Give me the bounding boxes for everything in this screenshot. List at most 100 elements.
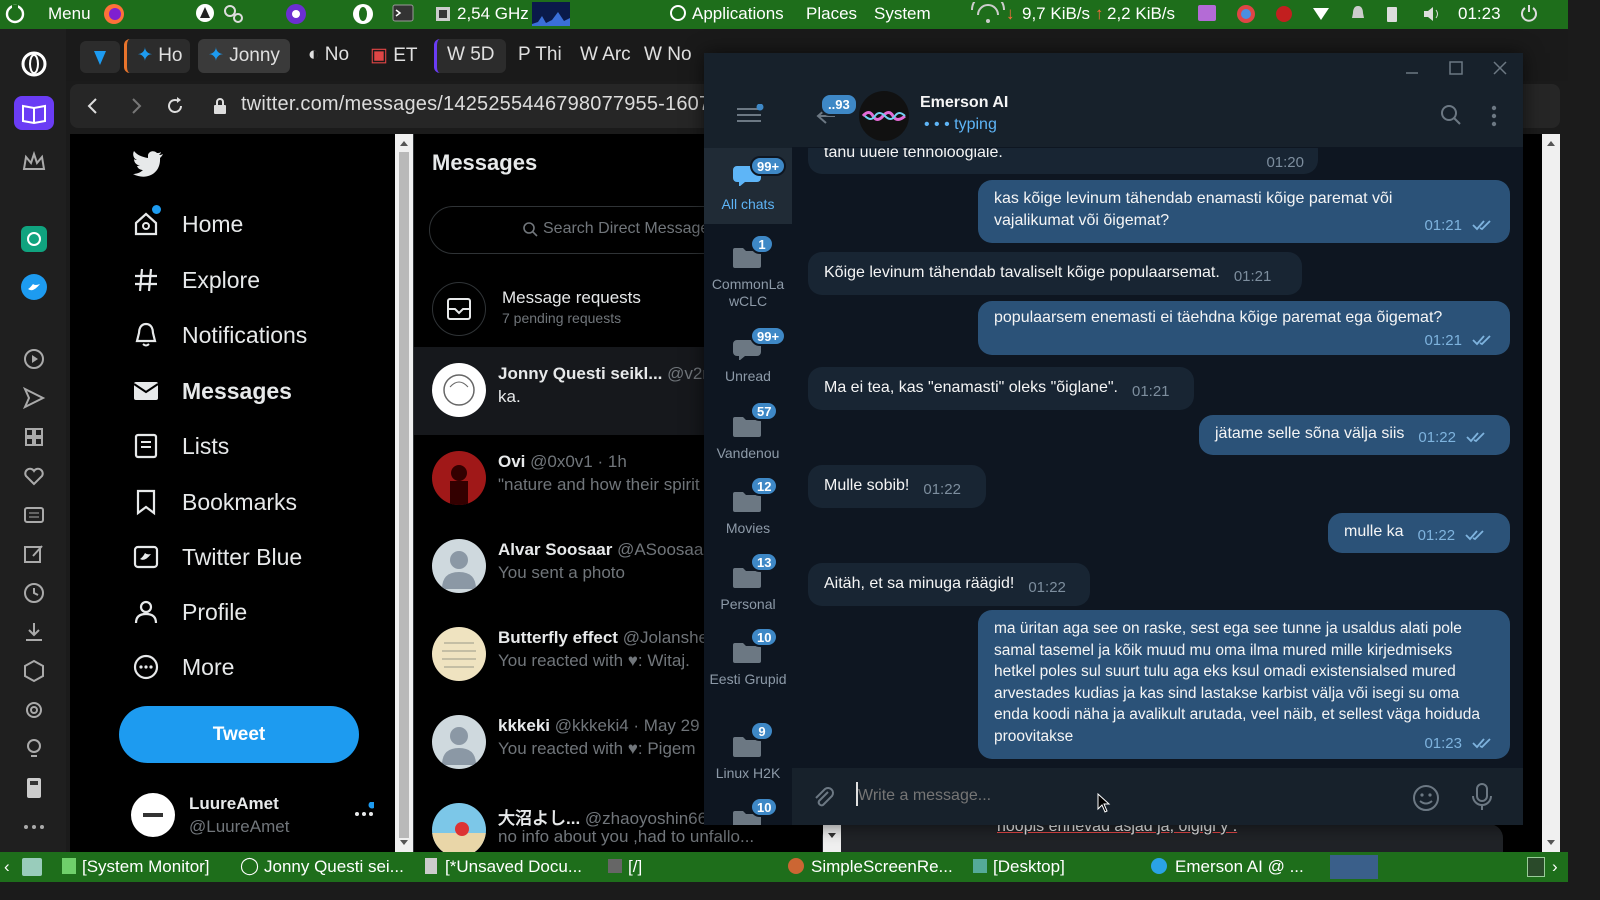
clock[interactable]: 01:23	[1458, 4, 1501, 24]
hamburger-menu-icon[interactable]	[736, 104, 764, 126]
message-out[interactable]: jätame selle sõna välja siis 01:22	[1199, 415, 1510, 455]
opera-launcher-icon[interactable]	[352, 3, 374, 25]
tab-et[interactable]: ▣ ET	[360, 39, 422, 73]
twitter-logo-icon[interactable]	[132, 150, 164, 178]
taskbar-item[interactable]: [System Monitor]	[82, 857, 210, 877]
emoji-icon[interactable]	[1412, 784, 1440, 812]
settings-gear-icon[interactable]	[21, 697, 47, 723]
wifi-icon[interactable]	[968, 2, 1008, 26]
tab-no-2[interactable]: W No	[634, 39, 694, 73]
taskbar-scroll-right-icon[interactable]: ›	[1552, 857, 1558, 877]
tray-calendar-icon[interactable]	[1236, 4, 1256, 24]
system-menu[interactable]: System	[874, 4, 931, 24]
taskbar-item[interactable]: SimpleScreenRe...	[811, 857, 953, 877]
back-icon[interactable]	[82, 95, 104, 117]
tab-no[interactable]: ◐ No	[298, 39, 356, 73]
nav-more[interactable]: More	[132, 647, 234, 687]
page-scrollbar[interactable]	[1542, 134, 1560, 852]
workspace-switcher[interactable]	[1330, 855, 1378, 879]
minimize-icon[interactable]	[1404, 60, 1420, 76]
message-out[interactable]: mulle ka 01:22	[1328, 513, 1510, 553]
inkscape-icon[interactable]	[195, 3, 215, 23]
folder-vandenou[interactable]: 57 Vandenou	[704, 393, 792, 468]
firefox-icon[interactable]	[103, 3, 125, 25]
show-desktop-icon[interactable]	[22, 858, 42, 876]
notification-bell-icon[interactable]	[1350, 5, 1366, 23]
nav-home[interactable]: Home	[132, 204, 243, 244]
conversation-item[interactable]: Jonny Questi seikl... @v2n ka.	[414, 347, 714, 435]
taskbar-item[interactable]: [Desktop]	[993, 857, 1065, 877]
conversation-item[interactable]: 大沼よし... @zhaoyoshin66 no info about you …	[414, 787, 754, 852]
tab-jonny-active[interactable]: ✦ Jonny	[198, 39, 290, 73]
folder-more[interactable]: 10	[704, 789, 792, 825]
menu-button[interactable]: Menu	[48, 4, 91, 24]
message-out[interactable]: populaarsem enemasti ei täehdna kõige pa…	[978, 301, 1510, 355]
message-in[interactable]: Kõige levinum tähendab tavaliselt kõige …	[808, 252, 1302, 295]
speed-dial-icon[interactable]	[21, 424, 47, 450]
folder-all-chats[interactable]: 99+ All chats	[704, 148, 792, 224]
conversation-item[interactable]: Ovi @0x0v1 · 1h "nature and how their sp…	[414, 435, 714, 523]
folder-personal[interactable]: 13 Personal	[704, 544, 792, 619]
power-icon[interactable]	[1520, 4, 1538, 22]
message-out[interactable]: kas kõige levinum tähendab enamasti kõig…	[978, 180, 1510, 243]
lightbulb-icon[interactable]	[21, 736, 47, 762]
downloads-icon[interactable]	[21, 619, 47, 645]
url-field[interactable]: twitter.com/messages/1425255446798077955…	[241, 93, 710, 116]
chatgpt-icon[interactable]	[21, 226, 47, 252]
news-icon[interactable]	[21, 502, 47, 528]
folder-movies[interactable]: 12 Movies	[704, 468, 792, 544]
tray-network-icon[interactable]	[1312, 5, 1330, 23]
tray-app-icon[interactable]	[1198, 5, 1216, 23]
folder-commonlawclc[interactable]: 1 CommonLawCLC	[704, 224, 792, 318]
podcast-app-icon[interactable]	[285, 3, 307, 25]
message-in[interactable]: Aitäh, et sa minuga räägid! 01:22	[808, 563, 1090, 606]
folder-linux-h2k[interactable]: 9 Linux H2K	[704, 713, 792, 789]
conversation-item[interactable]: kkkeki @kkkeki4 · May 29 You reacted wit…	[414, 699, 714, 787]
attach-icon[interactable]	[810, 784, 836, 810]
tab-5d[interactable]: W 5D	[434, 39, 506, 73]
chat-avatar[interactable]	[859, 91, 909, 141]
tab-home[interactable]: ✦ Ho	[124, 39, 190, 73]
heart-icon[interactable]	[21, 463, 47, 489]
maximize-icon[interactable]	[1448, 60, 1464, 76]
nav-lists[interactable]: Lists	[132, 426, 229, 466]
tray-record-icon[interactable]	[1275, 5, 1293, 23]
settings-applet-icon[interactable]	[222, 3, 244, 25]
places-menu[interactable]: Places	[806, 4, 857, 24]
nav-messages[interactable]: Messages	[132, 371, 292, 411]
applications-menu[interactable]: Applications	[692, 4, 784, 24]
taskbar-scroll-left-icon[interactable]: ‹	[4, 857, 10, 877]
player-icon[interactable]	[21, 346, 47, 372]
folder-eesti-grupid[interactable]: 10 Eesti Grupid	[704, 619, 792, 713]
volume-icon[interactable]	[1422, 5, 1442, 23]
message-in[interactable]: Ma ei tea, kas "enamasti" oleks "õiglane…	[808, 367, 1194, 410]
account-more-icon[interactable]	[354, 802, 374, 822]
tab-thi[interactable]: P Thi	[508, 39, 568, 73]
opera-logo-icon[interactable]	[21, 51, 47, 77]
menu-logo-icon[interactable]	[4, 3, 26, 25]
more-dots-icon[interactable]	[21, 814, 47, 840]
nav-explore[interactable]: Explore	[132, 260, 260, 300]
twitter-sidebar-icon[interactable]	[21, 274, 47, 300]
crown-icon[interactable]	[21, 149, 47, 175]
conversation-item[interactable]: Butterfly effect @Jolanshe You reacted w…	[414, 611, 714, 699]
terminal-icon[interactable]	[392, 3, 414, 23]
conversation-item[interactable]: Alvar Soosaar @ASoosaar You sent a photo	[414, 523, 714, 611]
taskbar-item[interactable]: [*Unsaved Docu...	[445, 857, 582, 877]
reading-list-icon[interactable]	[14, 96, 54, 130]
pane-scroll-arrow-icon[interactable]	[823, 824, 841, 852]
nav-twitter-blue[interactable]: Twitter Blue	[132, 537, 302, 577]
nav-profile[interactable]: Profile	[132, 592, 247, 632]
workspace-icon[interactable]	[80, 41, 120, 73]
kebab-menu-icon[interactable]	[1490, 104, 1498, 128]
taskbar-item[interactable]: Jonny Questi sei...	[264, 857, 404, 877]
dm-composer[interactable]: hoopis erinevad asjad ja, õiglgi y .	[822, 818, 1503, 852]
nav-scrollbar[interactable]	[395, 134, 413, 852]
history-icon[interactable]	[21, 580, 47, 606]
search-icon[interactable]	[1440, 104, 1462, 126]
message-requests[interactable]: Message requests 7 pending requests	[414, 274, 714, 342]
tab-arc[interactable]: W Arc	[570, 39, 632, 73]
nav-notifications[interactable]: Notifications	[132, 315, 307, 355]
lock-icon[interactable]	[212, 97, 228, 115]
message-in[interactable]: tänu uuele tehnoloogiale. 01:20	[808, 148, 1318, 174]
